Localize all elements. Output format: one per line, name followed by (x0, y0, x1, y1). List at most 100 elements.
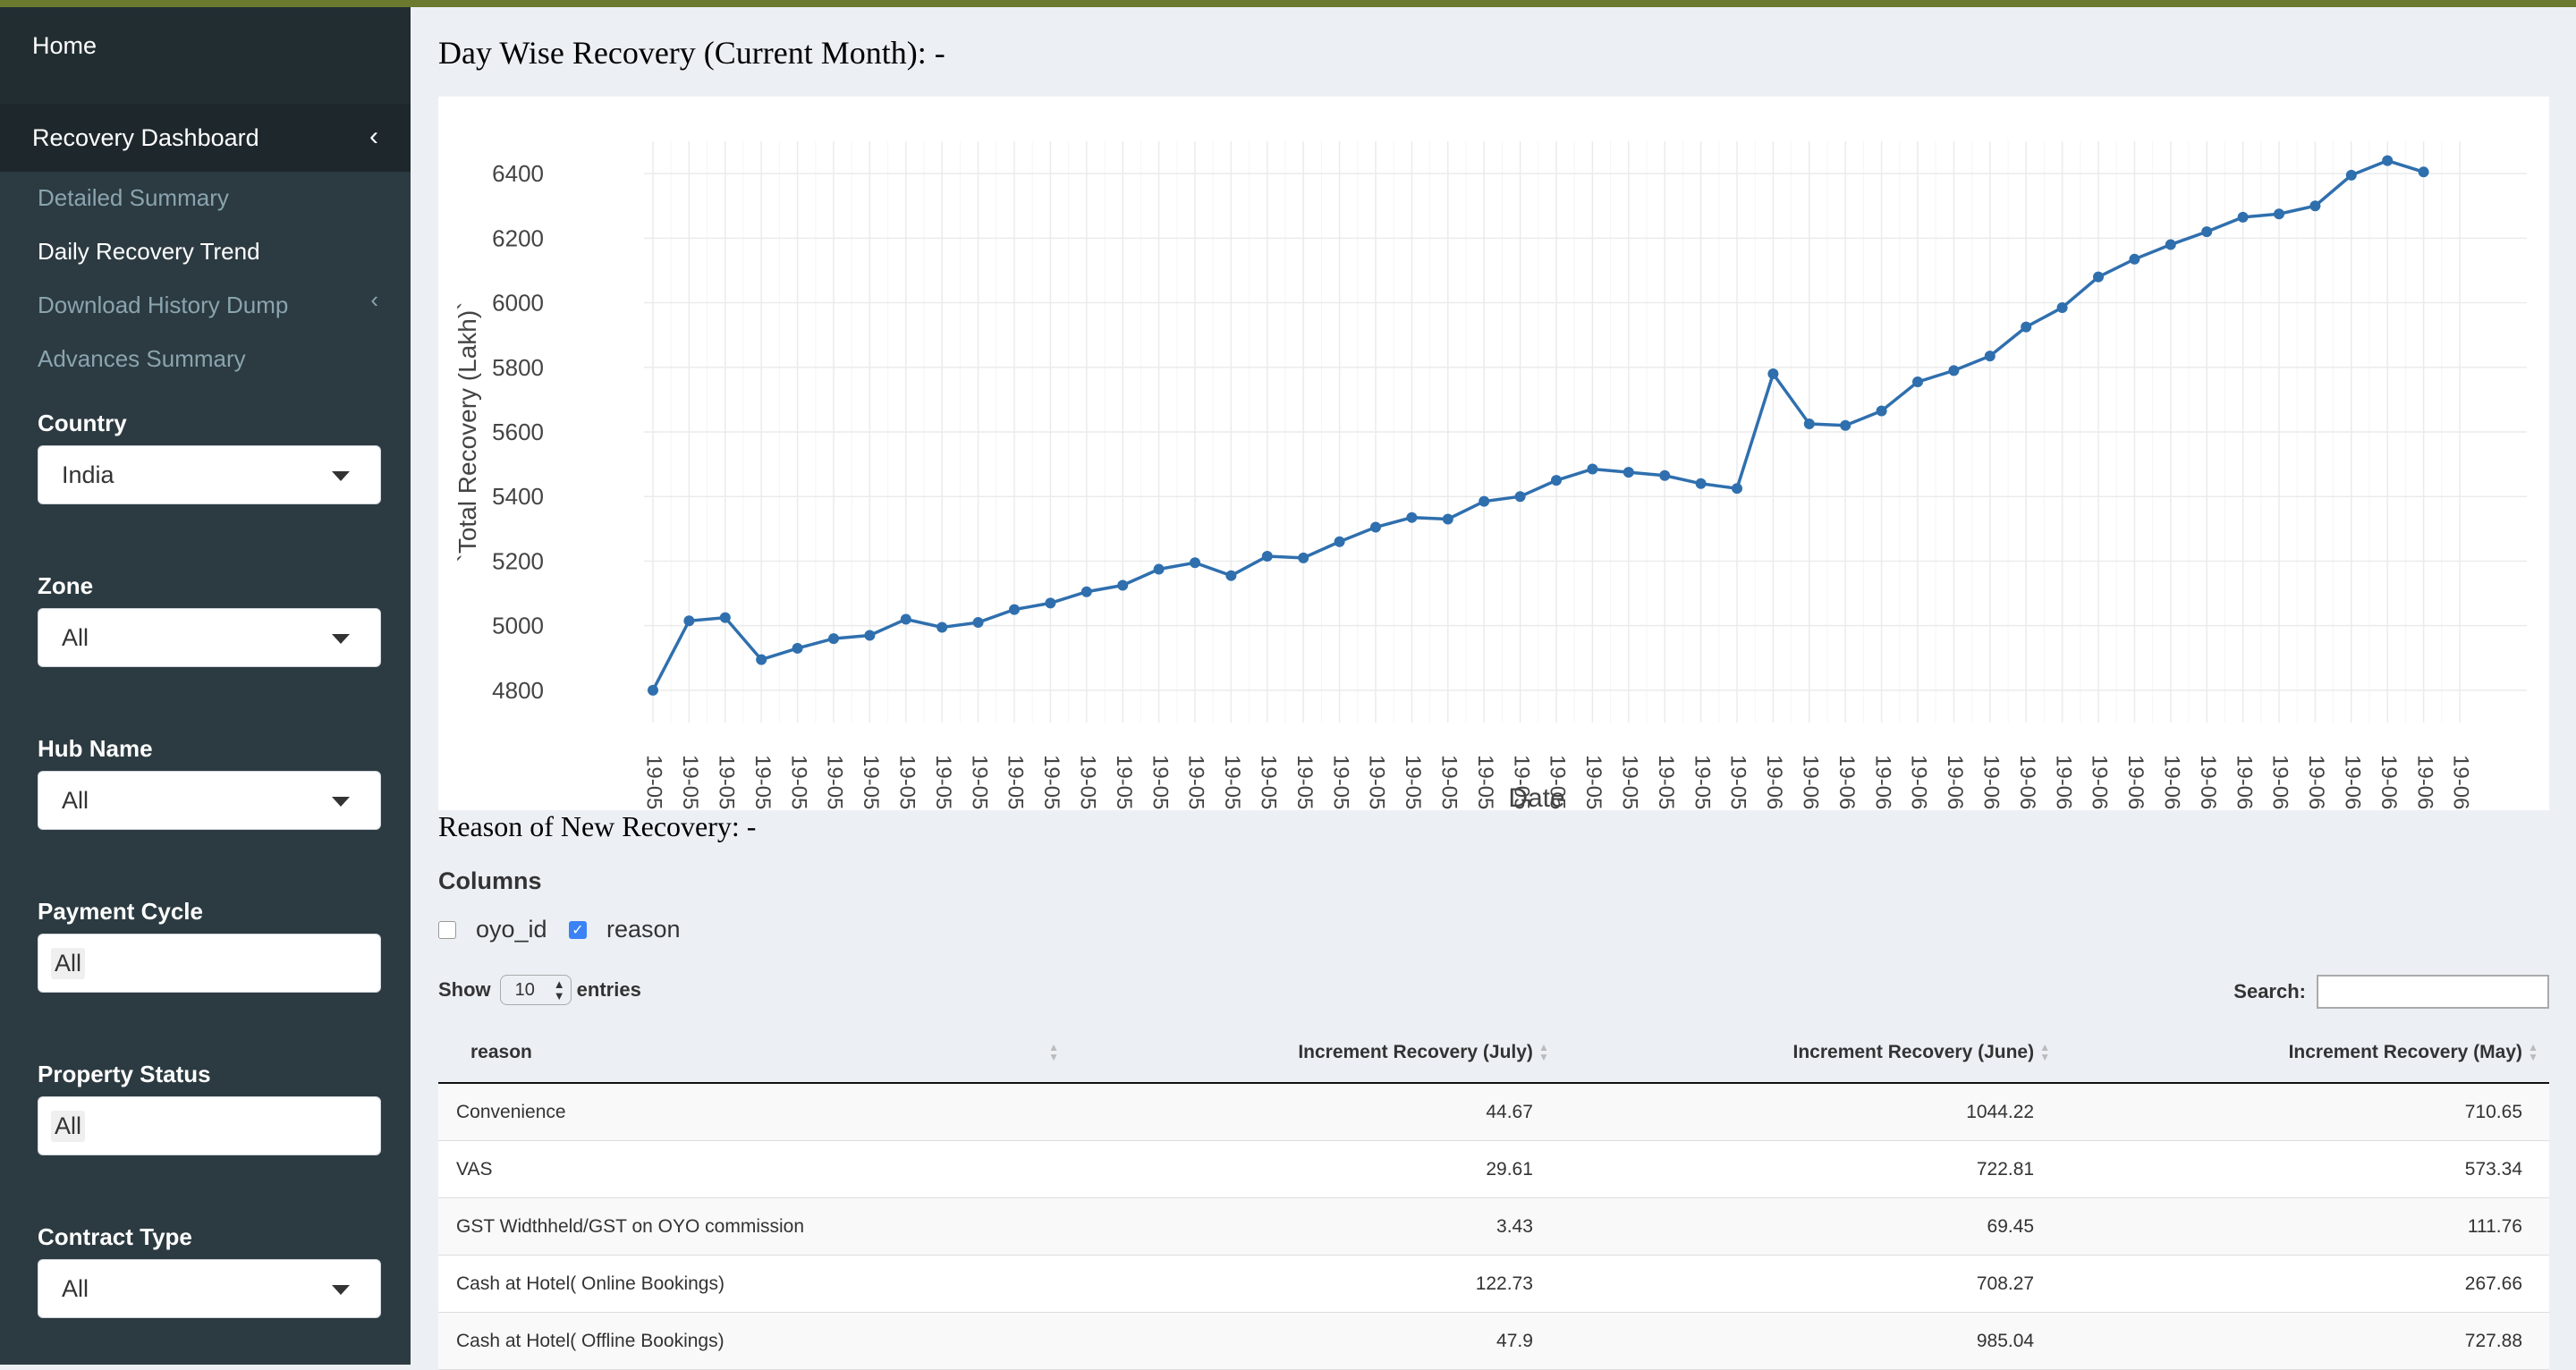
data-point (1479, 495, 1490, 507)
country-select[interactable]: India (38, 445, 381, 504)
x-tick-label: 19-05 (1690, 755, 1714, 809)
table-row[interactable]: GST Widthheld/GST on OYO commission 3.43… (438, 1197, 2549, 1256)
data-point (1767, 368, 1779, 379)
property-status-select[interactable]: All (38, 1096, 381, 1155)
cell-may: 573.34 (2061, 1140, 2549, 1198)
table-row[interactable]: Cash at Hotel( Offline Bookings) 47.9 98… (438, 1312, 2549, 1370)
cell-may: 710.65 (2061, 1083, 2549, 1141)
x-tick-label: 19-05 (1112, 755, 1136, 809)
contract-type-label: Contract Type (38, 1223, 192, 1250)
data-point (1153, 563, 1165, 575)
entries-select[interactable]: 10 ▲ ▼ (499, 975, 572, 1005)
data-point (1514, 491, 1526, 503)
y-tick-label: 6000 (492, 290, 544, 317)
data-point (936, 622, 948, 633)
submenu-item-daily-recovery-trend[interactable]: Daily Recovery Trend (38, 238, 260, 266)
data-point (1876, 405, 1887, 417)
table-row[interactable]: VAS 29.61 722.81 573.34 (438, 1140, 2549, 1198)
x-tick-label: 19-06 (1907, 755, 1931, 809)
header-july[interactable]: Increment Recovery (July) ▲ ▼ (1070, 1023, 1560, 1084)
data-point (1912, 376, 1923, 388)
checkbox-reason-label: reason (606, 916, 681, 943)
payment-cycle-select[interactable]: All (38, 934, 381, 993)
chevron-left-icon: ‹ (370, 286, 378, 313)
search-control: Search: (2233, 975, 2549, 1009)
contract-type-select[interactable]: All (38, 1259, 381, 1318)
x-tick-label: 19-05 (1473, 755, 1497, 809)
zone-value: All (62, 623, 89, 651)
x-tick-label: 19-05 (1220, 755, 1244, 809)
submenu-item-download-history-dump[interactable]: Download History Dump (38, 292, 288, 319)
submenu: Detailed Summary Daily Recovery Trend Do… (0, 172, 411, 1365)
data-point (900, 613, 911, 625)
sort-icon: ▲ ▼ (2039, 1041, 2051, 1063)
nav-recovery-dashboard[interactable]: Recovery Dashboard ‹ (0, 104, 411, 172)
x-tick-label: 19-05 (859, 755, 883, 809)
data-point (1190, 557, 1200, 569)
data-point (1298, 552, 1309, 563)
x-tick-label: 19-06 (2377, 755, 2401, 809)
cell-may: 267.66 (2061, 1255, 2549, 1313)
x-tick-label: 19-05 (1039, 755, 1063, 809)
x-tick-label: 19-06 (2196, 755, 2220, 809)
columns-label: Columns (438, 867, 542, 894)
x-tick-label: 19-05 (823, 755, 847, 809)
y-tick-label: 5600 (492, 419, 544, 445)
cell-june: 722.81 (1559, 1140, 2062, 1198)
x-tick-label: 19-06 (2015, 755, 2039, 809)
zone-select[interactable]: All (38, 608, 381, 667)
sidebar: Home Recovery Dashboard ‹ Detailed Summa… (0, 7, 411, 1365)
chevron-left-icon: ‹ (369, 122, 378, 151)
contract-type-value: All (62, 1274, 89, 1302)
caret-down-icon (332, 797, 350, 807)
header-june[interactable]: Increment Recovery (June) ▲ ▼ (1559, 1023, 2062, 1084)
x-tick-label: 19-05 (678, 755, 702, 809)
y-tick-label: 6400 (492, 160, 544, 187)
nav-home[interactable]: Home (32, 32, 97, 60)
data-point (1695, 478, 1707, 489)
x-tick-label: 19-06 (2051, 755, 2075, 809)
x-tick-label: 19-05 (1654, 755, 1678, 809)
cell-reason: Cash at Hotel( Offline Bookings) (438, 1312, 1070, 1370)
submenu-item-detailed-summary[interactable]: Detailed Summary (38, 184, 229, 212)
data-point (2201, 226, 2213, 238)
x-tick-label: 19-05 (967, 755, 991, 809)
caret-down-icon (332, 634, 350, 644)
x-tick-label: 19-06 (2304, 755, 2328, 809)
checkbox-oyo-id[interactable]: oyo_id (438, 916, 547, 943)
x-tick-label: 19-05 (1581, 755, 1606, 809)
recovery-chart: 4800 5000 5200 5400 5600 5800 6000 6200 6400 19-0… (438, 97, 2549, 813)
x-tick-label: 19-05 (1292, 755, 1317, 809)
check-icon[interactable]: ✓ (569, 920, 587, 939)
search-input[interactable] (2317, 975, 2549, 1009)
data-point (756, 654, 767, 665)
table-row[interactable]: Convenience 44.67 1044.22 710.65 (438, 1083, 2549, 1141)
data-point (2021, 321, 2032, 333)
cell-july: 44.67 (1070, 1083, 1560, 1141)
cell-july: 47.9 (1070, 1312, 1560, 1370)
x-tick-label: 19-05 (931, 755, 955, 809)
nav-recovery-dashboard-label: Recovery Dashboard (32, 123, 259, 151)
checkbox-reason[interactable]: ✓ reason (569, 916, 681, 943)
data-point (792, 642, 803, 654)
y-tick-label: 5400 (492, 483, 544, 510)
section-title: Reason of New Recovery: - (438, 810, 757, 842)
data-point (648, 684, 658, 696)
cell-july: 29.61 (1070, 1140, 1560, 1198)
x-tick-label: 19-05 (714, 755, 738, 809)
search-label: Search: (2233, 980, 2306, 1002)
submenu-item-advances-summary[interactable]: Advances Summary (38, 345, 246, 373)
x-tick-label: 19-06 (2123, 755, 2148, 809)
data-point (1334, 536, 1345, 547)
checkbox-box[interactable] (438, 920, 456, 939)
header-reason[interactable]: reason ▲ ▼ (438, 1023, 1070, 1084)
entries-control: Show 10 ▲ ▼ entries (438, 975, 641, 1005)
data-point (1406, 512, 1418, 523)
x-tick-label: 19-05 (786, 755, 810, 809)
x-tick-label: 19-06 (1835, 755, 1859, 809)
header-may[interactable]: Increment Recovery (May) ▲ ▼ (2061, 1023, 2549, 1084)
hub-name-select[interactable]: All (38, 771, 381, 830)
table-row[interactable]: Cash at Hotel( Online Bookings) 122.73 7… (438, 1255, 2549, 1313)
cell-june: 708.27 (1559, 1255, 2062, 1313)
x-tick-label: 19-05 (1148, 755, 1172, 809)
